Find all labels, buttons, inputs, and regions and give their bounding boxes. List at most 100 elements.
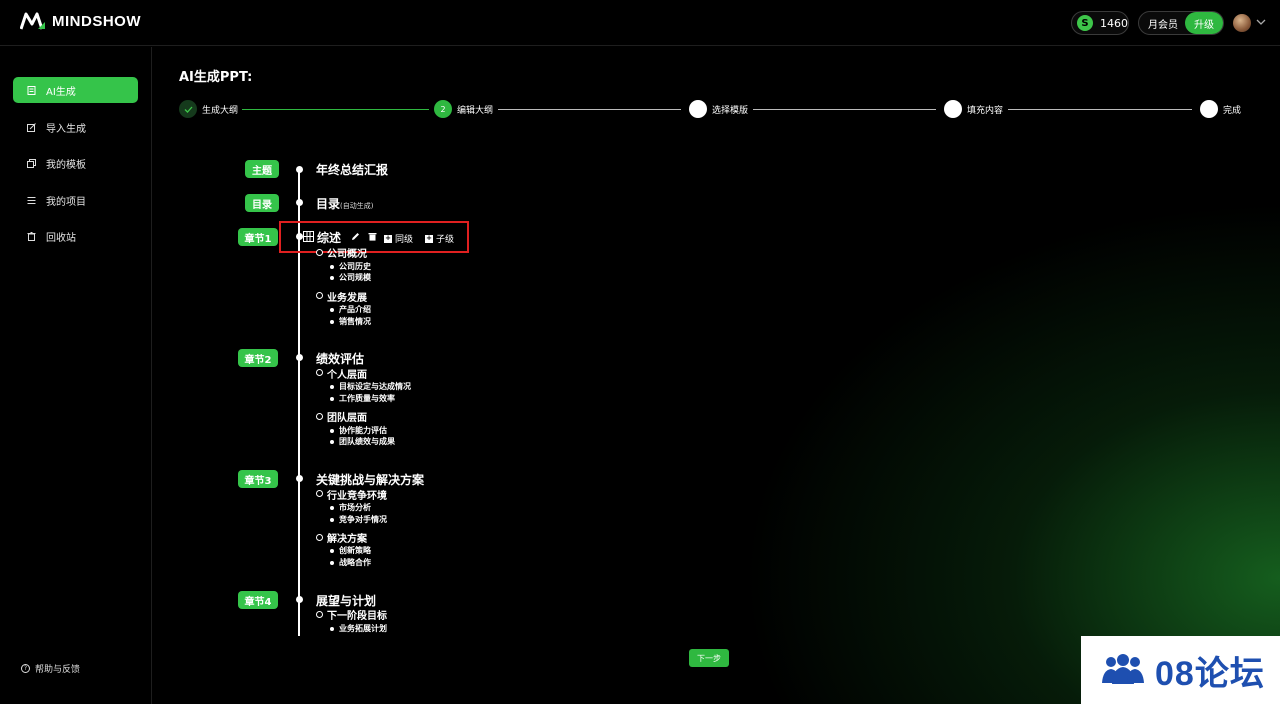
item-text[interactable]: 团队绩效与成果	[339, 436, 395, 447]
edit-import-icon	[27, 122, 36, 132]
item-bullet	[330, 561, 334, 565]
add-child-label: 子级	[436, 235, 455, 245]
item-bullet	[330, 308, 334, 312]
chapter-title[interactable]: 关键挑战与解决方案	[316, 471, 424, 488]
step-dot	[944, 100, 962, 118]
section-title[interactable]: 个人层面	[327, 366, 367, 381]
item-text[interactable]: 市场分析	[339, 502, 371, 513]
question-icon: ?	[21, 664, 30, 673]
section-node	[316, 292, 323, 299]
step-select-template: 选择模版	[689, 100, 748, 118]
sidebar-item-label: 我的项目	[46, 196, 86, 208]
edit-pencil-icon[interactable]	[351, 232, 360, 241]
sidebar-item-label: 导入生成	[46, 123, 86, 135]
help-label: 帮助与反馈	[35, 665, 81, 675]
coin-icon: S	[1077, 15, 1093, 31]
auto-generated-note: (自动生成)	[340, 202, 374, 210]
theme-tag: 主题	[245, 160, 279, 178]
upgrade-button[interactable]: 升级	[1185, 12, 1223, 34]
item-text[interactable]: 产品介绍	[339, 304, 371, 315]
section-title[interactable]: 下一阶段目标	[327, 607, 387, 622]
section-title[interactable]: 业务发展	[327, 289, 367, 304]
next-step-button[interactable]: 下一步	[689, 649, 729, 667]
watermark-text: 08论坛	[1155, 654, 1265, 693]
step-label: 选择模版	[712, 105, 749, 116]
drag-handle-icon[interactable]	[303, 231, 314, 242]
section-title[interactable]: 公司概况	[327, 245, 367, 260]
sidebar-item-projects[interactable]: 我的项目	[13, 187, 138, 213]
sidebar-item-label: 回收站	[46, 232, 76, 244]
item-text[interactable]: 公司规模	[339, 272, 371, 283]
chapter-title[interactable]: 绩效评估	[316, 350, 364, 367]
plus-square-icon: +	[425, 234, 433, 243]
step-connector	[753, 109, 936, 110]
sidebar-item-label: 我的模板	[46, 159, 86, 171]
sidebar-item-trash[interactable]: 回收站	[13, 223, 138, 249]
forum-watermark: 08论坛	[1081, 636, 1280, 704]
credits-badge[interactable]: S 1460	[1071, 11, 1129, 35]
logo-text: MINDSHOW	[52, 12, 141, 30]
section-node	[316, 490, 323, 497]
mindshow-logo[interactable]: MINDSHOW	[20, 12, 141, 30]
chapter-tag: 章节4	[238, 591, 278, 609]
item-text[interactable]: 工作质量与效率	[339, 393, 395, 404]
membership-badge[interactable]: 月会员 升级	[1138, 11, 1224, 35]
item-bullet	[330, 518, 334, 522]
item-text[interactable]: 竞争对手情况	[339, 514, 387, 525]
step-label: 生成大纲	[202, 105, 239, 116]
item-text[interactable]: 业务拓展计划	[339, 623, 387, 634]
item-bullet	[330, 397, 334, 401]
step-connector	[242, 109, 429, 110]
item-text[interactable]: 销售情况	[339, 316, 371, 327]
check-icon	[179, 100, 197, 118]
section-node	[316, 249, 323, 256]
section-node	[316, 611, 323, 618]
item-text[interactable]: 目标设定与达成情况	[339, 381, 411, 392]
top-bar: MINDSHOW S 1460 月会员 升级	[0, 0, 1280, 46]
section-title[interactable]: 行业竞争环境	[327, 487, 387, 502]
item-text[interactable]: 公司历史	[339, 261, 371, 272]
step-generate-outline: 生成大纲	[179, 100, 238, 118]
item-bullet	[330, 265, 334, 269]
outline-node	[296, 199, 303, 206]
item-text[interactable]: 创新策略	[339, 545, 371, 556]
outline-node	[296, 475, 303, 482]
delete-trash-icon[interactable]	[368, 232, 377, 241]
step-connector	[1008, 109, 1192, 110]
section-title[interactable]: 解决方案	[327, 530, 367, 545]
step-label: 填充内容	[967, 105, 1004, 116]
section-node	[316, 413, 323, 420]
step-number: 2	[434, 100, 452, 118]
document-icon	[27, 85, 36, 95]
chevron-down-icon[interactable]	[1255, 16, 1267, 28]
item-text[interactable]: 协作能力评估	[339, 425, 387, 436]
step-dot	[1200, 100, 1218, 118]
theme-title[interactable]: 年终总结汇报	[316, 161, 388, 178]
outline-node	[296, 596, 303, 603]
copy-icon	[27, 158, 36, 168]
chapter-title[interactable]: 综述	[317, 229, 341, 246]
chapter-tag: 章节1	[238, 228, 278, 246]
avatar[interactable]	[1233, 14, 1251, 32]
add-sibling-button[interactable]: + 同级	[384, 232, 413, 245]
chapter-tag: 章节2	[238, 349, 278, 367]
sidebar-item-templates[interactable]: 我的模板	[13, 150, 138, 176]
membership-label: 月会员	[1148, 19, 1178, 31]
section-title[interactable]: 团队层面	[327, 409, 367, 424]
step-complete: 完成	[1200, 100, 1241, 118]
outline-node	[296, 166, 303, 173]
sidebar-item-import[interactable]: 导入生成	[13, 114, 138, 140]
toc-title[interactable]: 目录(自动生成)	[316, 195, 373, 212]
credits-value: 1460	[1100, 16, 1128, 30]
step-label: 编辑大纲	[457, 105, 494, 116]
section-node	[316, 369, 323, 376]
section-node	[316, 534, 323, 541]
step-edit-outline: 2 编辑大纲	[434, 100, 493, 118]
sidebar: AI生成 导入生成 我的模板 我的项目 回收站 ? 帮助与反馈	[0, 47, 152, 704]
sidebar-item-ai-generate[interactable]: AI生成	[13, 77, 138, 103]
help-feedback-link[interactable]: ? 帮助与反馈	[21, 662, 80, 675]
item-text[interactable]: 战略合作	[339, 557, 371, 568]
background-glow	[740, 200, 1280, 704]
sidebar-item-label: AI生成	[46, 86, 76, 98]
add-child-button[interactable]: + 子级	[425, 232, 454, 245]
